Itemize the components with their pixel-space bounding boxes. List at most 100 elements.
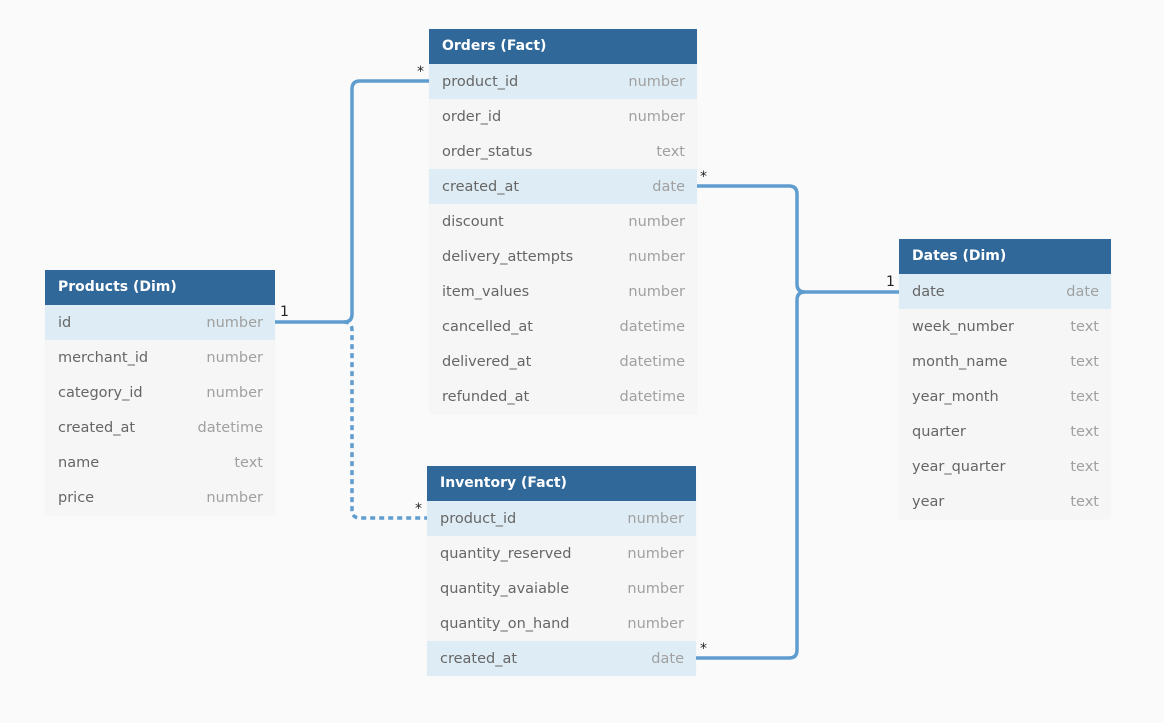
field-row[interactable]: week_number text	[899, 309, 1111, 344]
field-row[interactable]: id number	[45, 305, 275, 340]
rel-dates-orders	[697, 184, 899, 294]
field-name: year_quarter	[912, 458, 1006, 475]
field-type: number	[628, 283, 685, 300]
field-row[interactable]: discount number	[429, 204, 697, 239]
field-row[interactable]: order_status text	[429, 134, 697, 169]
field-type: datetime	[619, 318, 685, 335]
field-name: created_at	[440, 650, 518, 667]
field-name: cancelled_at	[442, 318, 533, 335]
cardinality-label: *	[415, 501, 422, 517]
rel-products-orders	[275, 79, 429, 324]
field-name: id	[58, 314, 72, 331]
field-row[interactable]: order_id number	[429, 99, 697, 134]
field-row[interactable]: category_id number	[45, 375, 275, 410]
field-type: number	[628, 73, 685, 90]
field-name: created_at	[442, 178, 520, 195]
cardinality-label: *	[700, 641, 707, 657]
field-type: text	[1070, 353, 1099, 370]
field-name: created_at	[58, 419, 136, 436]
field-row[interactable]: product_id number	[427, 501, 696, 536]
field-type: date	[651, 650, 684, 667]
field-row[interactable]: item_values number	[429, 274, 697, 309]
field-name: refunded_at	[442, 388, 530, 405]
field-type: text	[656, 143, 685, 160]
field-row[interactable]: date date	[899, 274, 1111, 309]
field-row[interactable]: cancelled_at datetime	[429, 309, 697, 344]
field-name: year	[912, 493, 945, 510]
field-row[interactable]: created_at date	[427, 641, 696, 676]
field-name: delivery_attempts	[442, 248, 574, 265]
field-type: number	[206, 384, 263, 401]
cardinality-label: 1	[886, 274, 895, 290]
field-type: number	[206, 349, 263, 366]
field-row[interactable]: quantity_reserved number	[427, 536, 696, 571]
table-dates[interactable]: Dates (Dim) date date week_number text month_…	[899, 239, 1111, 519]
field-name: quantity_avaiable	[440, 580, 570, 597]
field-name: quarter	[912, 423, 966, 440]
field-row[interactable]: month_name text	[899, 344, 1111, 379]
field-row[interactable]: quarter text	[899, 414, 1111, 449]
field-row[interactable]: quantity_avaiable number	[427, 571, 696, 606]
field-name: order_status	[442, 143, 533, 160]
field-type: number	[206, 314, 263, 331]
field-type: number	[628, 108, 685, 125]
field-type: date	[1066, 283, 1099, 300]
field-type: text	[1070, 458, 1099, 475]
field-name: month_name	[912, 353, 1008, 370]
field-type: text	[1070, 388, 1099, 405]
rel-products-inventory	[343, 320, 427, 520]
field-type: number	[628, 248, 685, 265]
cardinality-label: *	[417, 64, 424, 80]
field-row[interactable]: price number	[45, 480, 275, 515]
field-type: text	[1070, 318, 1099, 335]
cardinality-label: *	[700, 169, 707, 185]
field-row[interactable]: year text	[899, 484, 1111, 519]
table-header[interactable]: Products (Dim)	[45, 270, 275, 305]
field-row[interactable]: year_month text	[899, 379, 1111, 414]
field-row[interactable]: product_id number	[429, 64, 697, 99]
field-row[interactable]: quantity_on_hand number	[427, 606, 696, 641]
table-inventory[interactable]: Inventory (Fact) product_id number quantity…	[427, 466, 696, 676]
field-row[interactable]: created_at date	[429, 169, 697, 204]
field-name: order_id	[442, 108, 502, 125]
table-orders[interactable]: Orders (Fact) product_id number order_id num…	[429, 29, 697, 414]
rel-dates-inventory	[696, 290, 806, 660]
table-header[interactable]: Inventory (Fact)	[427, 466, 696, 501]
field-type: text	[234, 454, 263, 471]
field-row[interactable]: merchant_id number	[45, 340, 275, 375]
field-name: product_id	[440, 510, 517, 527]
field-name: merchant_id	[58, 349, 149, 366]
table-header[interactable]: Dates (Dim)	[899, 239, 1111, 274]
field-name: quantity_on_hand	[440, 615, 570, 632]
field-name: year_month	[912, 388, 999, 405]
field-type: datetime	[619, 388, 685, 405]
field-name: name	[58, 454, 100, 471]
field-row[interactable]: delivery_attempts number	[429, 239, 697, 274]
field-name: discount	[442, 213, 504, 230]
field-type: number	[206, 489, 263, 506]
field-type: number	[627, 615, 684, 632]
cardinality-label: 1	[280, 304, 289, 320]
field-type: date	[652, 178, 685, 195]
field-row[interactable]: delivered_at datetime	[429, 344, 697, 379]
field-type: text	[1070, 493, 1099, 510]
field-row[interactable]: refunded_at datetime	[429, 379, 697, 414]
field-name: quantity_reserved	[440, 545, 572, 562]
field-name: category_id	[58, 384, 143, 401]
field-type: number	[627, 510, 684, 527]
field-type: text	[1070, 423, 1099, 440]
table-products[interactable]: Products (Dim) id number merchant_id number c…	[45, 270, 275, 515]
field-row[interactable]: year_quarter text	[899, 449, 1111, 484]
field-type: number	[627, 580, 684, 597]
field-row[interactable]: created_at datetime	[45, 410, 275, 445]
field-type: number	[627, 545, 684, 562]
field-name: item_values	[442, 283, 530, 300]
field-type: datetime	[197, 419, 263, 436]
field-name: delivered_at	[442, 353, 532, 370]
field-type: number	[628, 213, 685, 230]
table-header[interactable]: Orders (Fact)	[429, 29, 697, 64]
field-row[interactable]: name text	[45, 445, 275, 480]
field-name: date	[912, 283, 945, 300]
field-type: datetime	[619, 353, 685, 370]
field-name: price	[58, 489, 95, 506]
